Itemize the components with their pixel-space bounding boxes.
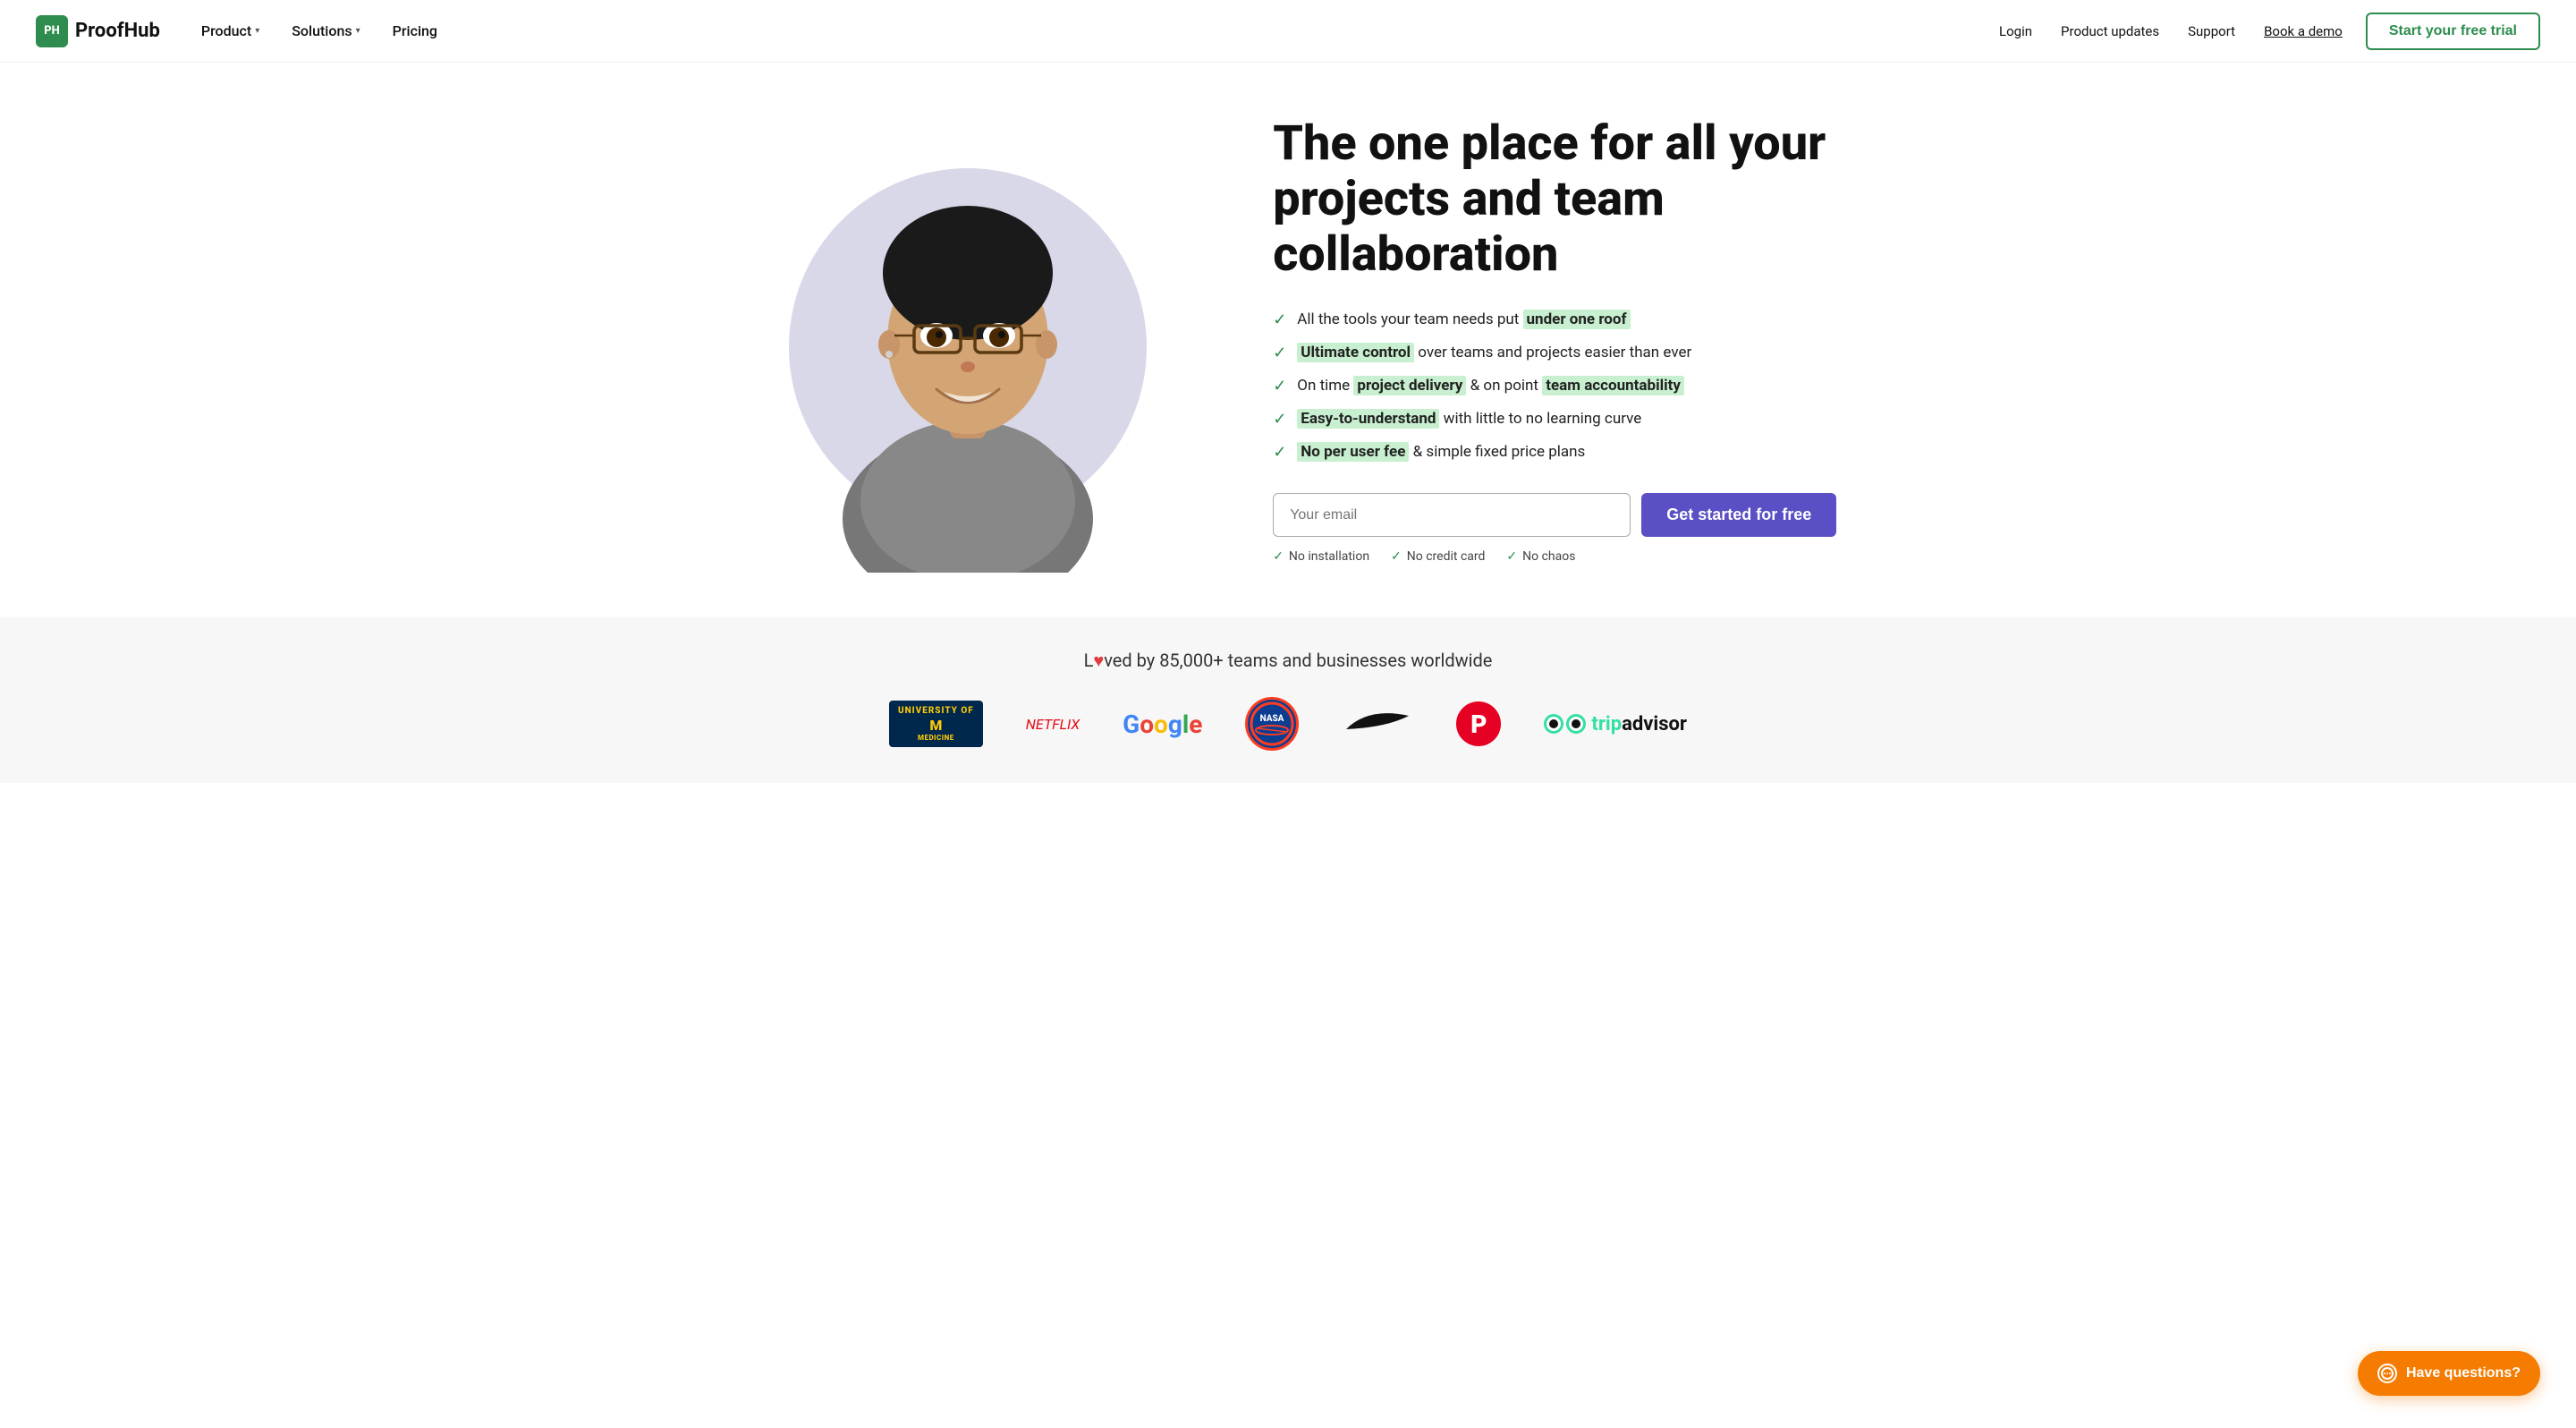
hero-bullet-4: ✓ Easy-to-understand with little to no l… xyxy=(1273,407,1860,431)
check-icon-5: ✓ xyxy=(1273,440,1286,464)
badge-no-installation: ✓ No installation xyxy=(1273,549,1369,564)
highlight-3a: project delivery xyxy=(1353,376,1466,395)
nav-pricing[interactable]: Pricing xyxy=(380,15,450,47)
nav-product-label: Product xyxy=(201,22,251,39)
check-icon-4: ✓ xyxy=(1273,407,1286,431)
highlight-1: under one roof xyxy=(1523,310,1631,329)
loved-text: L♥ved by 85,000+ teams and businesses wo… xyxy=(36,650,2540,672)
check-icon-1: ✓ xyxy=(1273,308,1286,332)
hero-image xyxy=(716,89,1219,591)
highlight-2: Ultimate control xyxy=(1297,343,1414,362)
nav-solutions[interactable]: Solutions ▾ xyxy=(279,15,372,47)
hero-bullet-3: ✓ On time project delivery & on point te… xyxy=(1273,374,1860,398)
nav-trial-button[interactable]: Start your free trial xyxy=(2366,13,2540,50)
logo-text: ProofHub xyxy=(75,20,160,42)
hero-badges: ✓ No installation ✓ No credit card ✓ No … xyxy=(1273,549,1860,564)
hero-person-svg xyxy=(798,107,1138,573)
nav-book-demo[interactable]: Book a demo xyxy=(2251,16,2355,47)
logo-pinterest: P xyxy=(1456,701,1501,746)
nav-links-left: Product ▾ Solutions ▾ Pricing xyxy=(189,15,450,47)
nav-support[interactable]: Support xyxy=(2175,16,2248,47)
ta-eye-left xyxy=(1544,714,1563,734)
email-input[interactable] xyxy=(1273,493,1631,537)
badge-check-icon-3: ✓ xyxy=(1506,549,1517,564)
nav-pricing-label: Pricing xyxy=(393,22,437,39)
navbar: PH ProofHub Product ▾ Solutions ▾ Pricin… xyxy=(0,0,2576,63)
highlight-4: Easy-to-understand xyxy=(1297,409,1439,429)
logos-row: UNIVERSITY OF M MEDICINE NETFLIX Google … xyxy=(36,697,2540,751)
hero-form: Get started for free xyxy=(1273,493,1860,537)
ta-text: tripadvisor xyxy=(1591,713,1687,735)
chat-button-label: Have questions? xyxy=(2406,1365,2521,1381)
hero-content: The one place for all your projects and … xyxy=(1219,116,1860,564)
nav-login[interactable]: Login xyxy=(1987,16,2045,47)
chat-button[interactable]: Have questions? xyxy=(2358,1351,2540,1396)
logo-nasa: NASA xyxy=(1245,697,1299,751)
heart-icon: ♥ xyxy=(1093,650,1104,671)
logo-icon: PH xyxy=(36,15,68,47)
hero-section: The one place for all your projects and … xyxy=(644,63,1932,617)
logo-tripadvisor: tripadvisor xyxy=(1544,713,1687,735)
logo-nike xyxy=(1342,702,1413,746)
badge-check-icon-1: ✓ xyxy=(1273,549,1284,564)
check-icon-2: ✓ xyxy=(1273,341,1286,365)
loved-section: L♥ved by 85,000+ teams and businesses wo… xyxy=(0,617,2576,783)
check-icon-3: ✓ xyxy=(1273,374,1286,398)
badge-check-icon-2: ✓ xyxy=(1391,549,1402,564)
hero-bullet-5: ✓ No per user fee & simple fixed price p… xyxy=(1273,440,1860,464)
chevron-down-icon: ▾ xyxy=(356,26,360,36)
logo-google: Google xyxy=(1123,710,1202,739)
hero-bullet-1: ✓ All the tools your team needs put unde… xyxy=(1273,308,1860,332)
svg-text:NASA: NASA xyxy=(1260,714,1284,724)
ta-eye-right xyxy=(1566,714,1586,734)
badge-no-chaos: ✓ No chaos xyxy=(1506,549,1575,564)
logo-link[interactable]: PH ProofHub xyxy=(36,15,160,47)
hero-bullet-2: ✓ Ultimate control over teams and projec… xyxy=(1273,341,1860,365)
chat-icon xyxy=(2377,1364,2397,1383)
get-started-button[interactable]: Get started for free xyxy=(1641,493,1836,537)
badge-no-credit-card: ✓ No credit card xyxy=(1391,549,1485,564)
chevron-down-icon: ▾ xyxy=(255,26,259,36)
nav-links-right: Login Product updates Support Book a dem… xyxy=(1987,13,2540,50)
logo-michigan: UNIVERSITY OF M MEDICINE xyxy=(889,701,983,748)
logo-netflix: NETFLIX xyxy=(1026,716,1080,733)
ta-owl-icon xyxy=(1544,714,1586,734)
nav-solutions-label: Solutions xyxy=(292,22,352,39)
hero-title: The one place for all your projects and … xyxy=(1273,116,1860,283)
highlight-5: No per user fee xyxy=(1297,442,1409,462)
nav-product-updates[interactable]: Product updates xyxy=(2048,16,2172,47)
nav-product[interactable]: Product ▾ xyxy=(189,15,272,47)
highlight-3b: team accountability xyxy=(1542,376,1684,395)
hero-bullets: ✓ All the tools your team needs put unde… xyxy=(1273,308,1860,464)
